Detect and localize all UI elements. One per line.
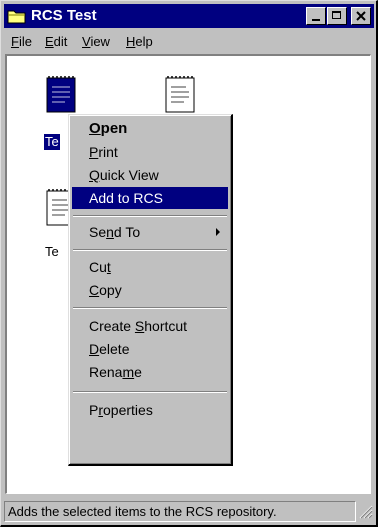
menu-file[interactable]: File bbox=[11, 34, 32, 50]
rcs-test-window: RCS Test File Edit View Help Te Te Open … bbox=[0, 0, 378, 527]
ctx-properties[interactable]: Properties bbox=[72, 399, 228, 421]
resize-grip-icon[interactable] bbox=[359, 505, 373, 519]
menu-help[interactable]: Help bbox=[126, 34, 153, 50]
ctx-create-shortcut[interactable]: Create Shortcut bbox=[72, 315, 228, 337]
ctx-print[interactable]: Print bbox=[72, 141, 228, 163]
status-text: Adds the selected items to the RCS repos… bbox=[4, 501, 356, 522]
file-label[interactable]: Te bbox=[44, 244, 60, 260]
text-file-icon[interactable] bbox=[164, 76, 198, 116]
minimize-button[interactable] bbox=[306, 7, 326, 25]
selected-file-label[interactable]: Te bbox=[44, 134, 60, 150]
ctx-quick-view[interactable]: Quick View bbox=[72, 164, 228, 186]
menu-bar: File Edit View Help bbox=[4, 31, 374, 53]
ctx-open[interactable]: Open bbox=[72, 118, 228, 140]
ctx-rename[interactable]: Rename bbox=[72, 361, 228, 383]
status-bar: Adds the selected items to the RCS repos… bbox=[4, 499, 374, 523]
menu-separator bbox=[73, 307, 227, 309]
ctx-add-to-rcs[interactable]: Add to RCS bbox=[72, 187, 228, 209]
ctx-copy[interactable]: Copy bbox=[72, 279, 228, 301]
context-menu: Open Print Quick View Add to RCS Send To… bbox=[68, 114, 233, 466]
menu-edit[interactable]: Edit bbox=[45, 34, 67, 50]
title-bar[interactable]: RCS Test bbox=[4, 4, 374, 28]
ctx-send-to[interactable]: Send To bbox=[72, 221, 228, 243]
ctx-delete[interactable]: Delete bbox=[72, 338, 228, 360]
menu-separator bbox=[73, 391, 227, 393]
close-button[interactable] bbox=[351, 7, 371, 25]
folder-icon bbox=[7, 10, 26, 24]
menu-separator bbox=[73, 215, 227, 217]
menu-view[interactable]: View bbox=[82, 34, 110, 50]
close-icon bbox=[356, 11, 366, 21]
submenu-arrow-icon bbox=[216, 228, 220, 236]
menu-separator bbox=[73, 249, 227, 251]
window-title: RCS Test bbox=[31, 7, 97, 24]
selected-file-icon[interactable] bbox=[45, 76, 79, 116]
ctx-cut[interactable]: Cut bbox=[72, 256, 228, 278]
maximize-button[interactable] bbox=[327, 7, 347, 25]
